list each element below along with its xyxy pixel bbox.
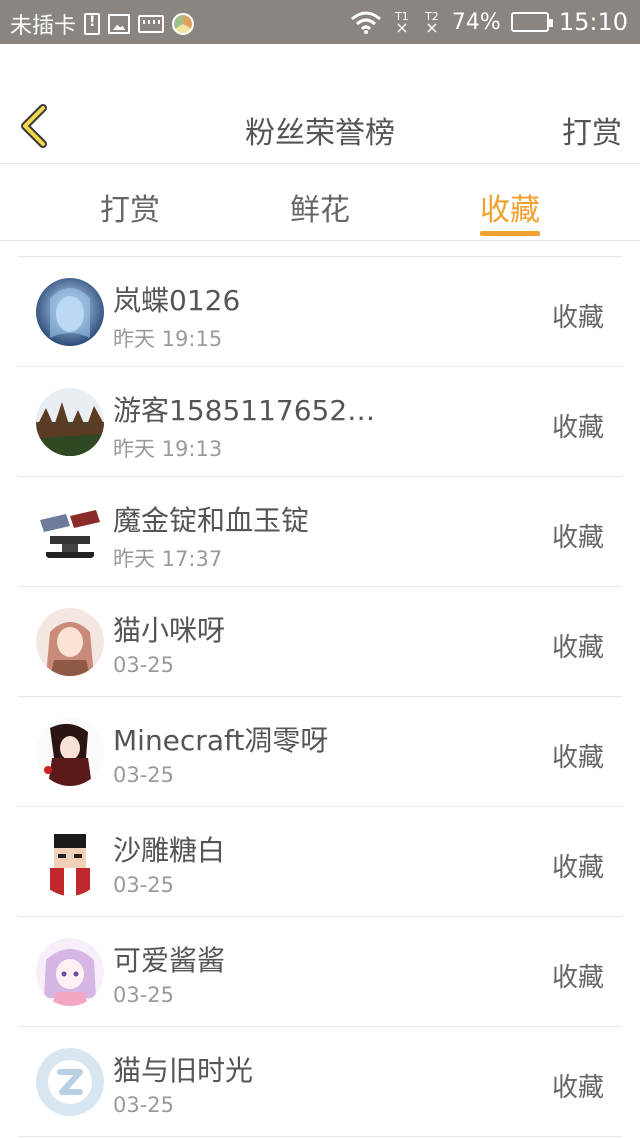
- status-bar: 未插卡 T1× T2× 74% 15:10: [0, 0, 640, 44]
- list-item[interactable]: Minecraft凋零呀 03-25 收藏: [18, 697, 622, 807]
- action-label: 收藏: [551, 1073, 604, 1103]
- tab-label: 收藏: [480, 193, 540, 228]
- tab-flowers[interactable]: 鲜花: [260, 185, 380, 229]
- battery-percent: 74%: [451, 9, 501, 35]
- action-label: 收藏: [551, 303, 604, 333]
- fan-time: 昨天 19:13: [113, 437, 223, 461]
- action-label: 收藏: [551, 743, 604, 773]
- avatar: [36, 388, 104, 456]
- avatar: [36, 828, 104, 896]
- avatar: [36, 278, 104, 346]
- sim-warning-icon: [84, 12, 101, 36]
- status-right: T1 × T2 × 74% 15:10: [350, 8, 628, 36]
- list-item[interactable]: 魔金锭和血玉锭 昨天 17:37 收藏: [18, 477, 622, 587]
- active-tab-indicator: [480, 231, 540, 236]
- avatar: [36, 608, 104, 676]
- signal-1-icon: T1 ×: [395, 10, 409, 37]
- status-left: 未插卡: [10, 8, 195, 40]
- fan-name: 游客1585117652…: [113, 394, 376, 427]
- fan-list: 岚蝶0126 昨天 19:15 收藏 游客1585117652… 昨天 19:1…: [18, 257, 622, 1137]
- fan-time: 03-25: [113, 873, 175, 897]
- signal-2-icon: T2 ×: [425, 10, 439, 37]
- nav-bar: 粉丝荣誉榜 打赏: [0, 90, 640, 164]
- avatar: [36, 498, 104, 566]
- wifi-icon: [350, 10, 382, 34]
- action-label: 收藏: [551, 413, 604, 443]
- avatar: [36, 1048, 104, 1116]
- clock: 15:10: [558, 8, 628, 36]
- action-label: 收藏: [551, 523, 604, 553]
- action-label: 收藏: [551, 853, 604, 883]
- fan-name: 猫与旧时光: [113, 1054, 254, 1087]
- avatar: [36, 718, 104, 786]
- fan-name: 岚蝶0126: [113, 284, 241, 317]
- tab-favorites[interactable]: 收藏: [450, 185, 570, 236]
- fan-name: 沙雕糖白: [113, 834, 226, 867]
- fan-time: 03-25: [113, 983, 175, 1007]
- tab-bar: 打赏 鲜花 收藏: [0, 165, 640, 241]
- page-title: 粉丝荣誉榜: [245, 116, 395, 151]
- fan-time: 昨天 17:37: [113, 547, 223, 571]
- fan-name: 可爱酱酱: [113, 944, 226, 977]
- fan-time: 03-25: [113, 763, 175, 787]
- list-item[interactable]: 沙雕糖白 03-25 收藏: [18, 807, 622, 917]
- fan-name: 魔金锭和血玉锭: [113, 504, 310, 537]
- list-item[interactable]: 岚蝶0126 昨天 19:15 收藏: [18, 257, 622, 367]
- list-item[interactable]: 游客1585117652… 昨天 19:13 收藏: [18, 367, 622, 477]
- fan-time: 03-25: [113, 653, 175, 677]
- tab-reward[interactable]: 打赏: [70, 185, 190, 229]
- tab-label: 鲜花: [290, 193, 350, 228]
- action-label: 收藏: [551, 633, 604, 663]
- keyboard-icon: [138, 12, 165, 36]
- fan-name: Minecraft凋零呀: [113, 724, 329, 757]
- action-label: 收藏: [551, 963, 604, 993]
- battery-icon: [510, 12, 553, 32]
- fan-time: 03-25: [113, 1093, 175, 1117]
- browser-icon: [172, 12, 195, 36]
- image-icon: [108, 12, 131, 36]
- carrier-text: 未插卡: [10, 14, 77, 39]
- tab-label: 打赏: [100, 193, 160, 228]
- list-item[interactable]: 可爱酱酱 03-25 收藏: [18, 917, 622, 1027]
- avatar: [36, 938, 104, 1006]
- reward-button[interactable]: 打赏: [562, 108, 622, 152]
- list-item[interactable]: 猫与旧时光 03-25 收藏: [18, 1027, 622, 1137]
- fan-name: 猫小咪呀: [113, 614, 226, 647]
- list-item[interactable]: 猫小咪呀 03-25 收藏: [18, 587, 622, 697]
- fan-time: 昨天 19:15: [113, 327, 223, 351]
